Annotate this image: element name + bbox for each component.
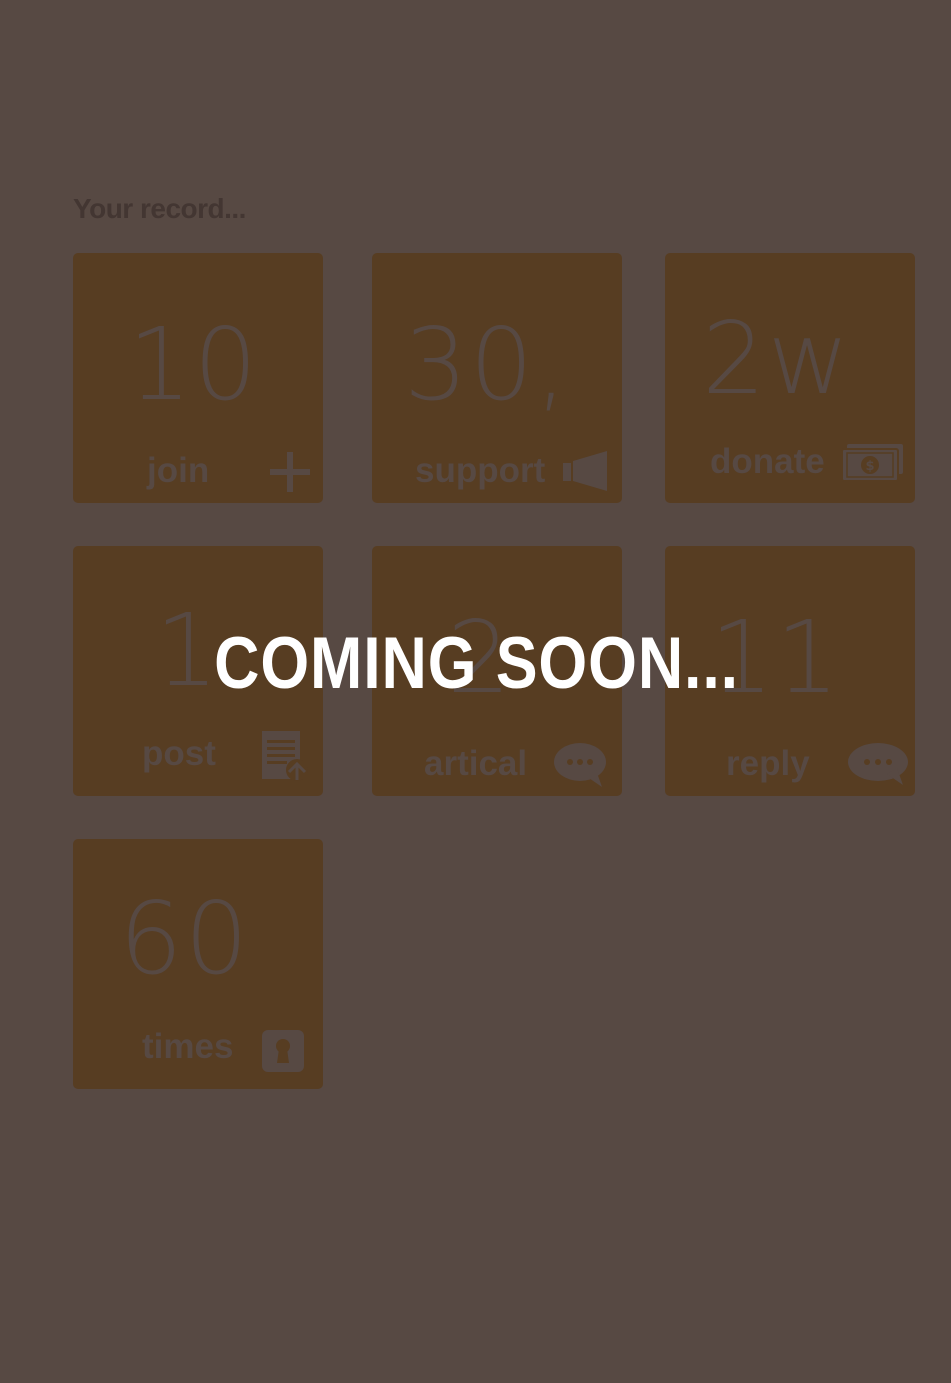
svg-text:$: $ (865, 459, 874, 474)
tile-label: donate (710, 442, 825, 481)
tile-label: post (142, 734, 216, 773)
money-icon: $ (841, 444, 903, 482)
tile-join[interactable]: 10 join (73, 253, 323, 503)
document-upload-icon (262, 731, 308, 781)
megaphone-icon (563, 451, 607, 491)
tile-label: reply (726, 744, 810, 783)
tile-value: 2w (702, 300, 852, 417)
tile-value: 10 (128, 306, 260, 423)
tile-times[interactable]: 60 times (73, 839, 323, 1089)
chat-bubble-icon (848, 743, 908, 785)
coming-soon-overlay: COMING SOON... (214, 623, 739, 704)
tile-label: times (142, 1027, 234, 1066)
chat-bubble-icon (554, 743, 606, 787)
tile-value: 60 (119, 880, 251, 997)
tile-value: 30, (404, 306, 570, 423)
keyhole-icon (262, 1030, 304, 1072)
tile-label: artical (424, 744, 528, 783)
plus-icon (270, 452, 310, 492)
tile-label: join (147, 451, 210, 490)
tile-support[interactable]: 30, support (372, 253, 622, 503)
section-heading: Your record... (73, 193, 246, 224)
tile-label: support (415, 451, 546, 490)
tile-donate[interactable]: 2w donate $ (665, 253, 915, 503)
